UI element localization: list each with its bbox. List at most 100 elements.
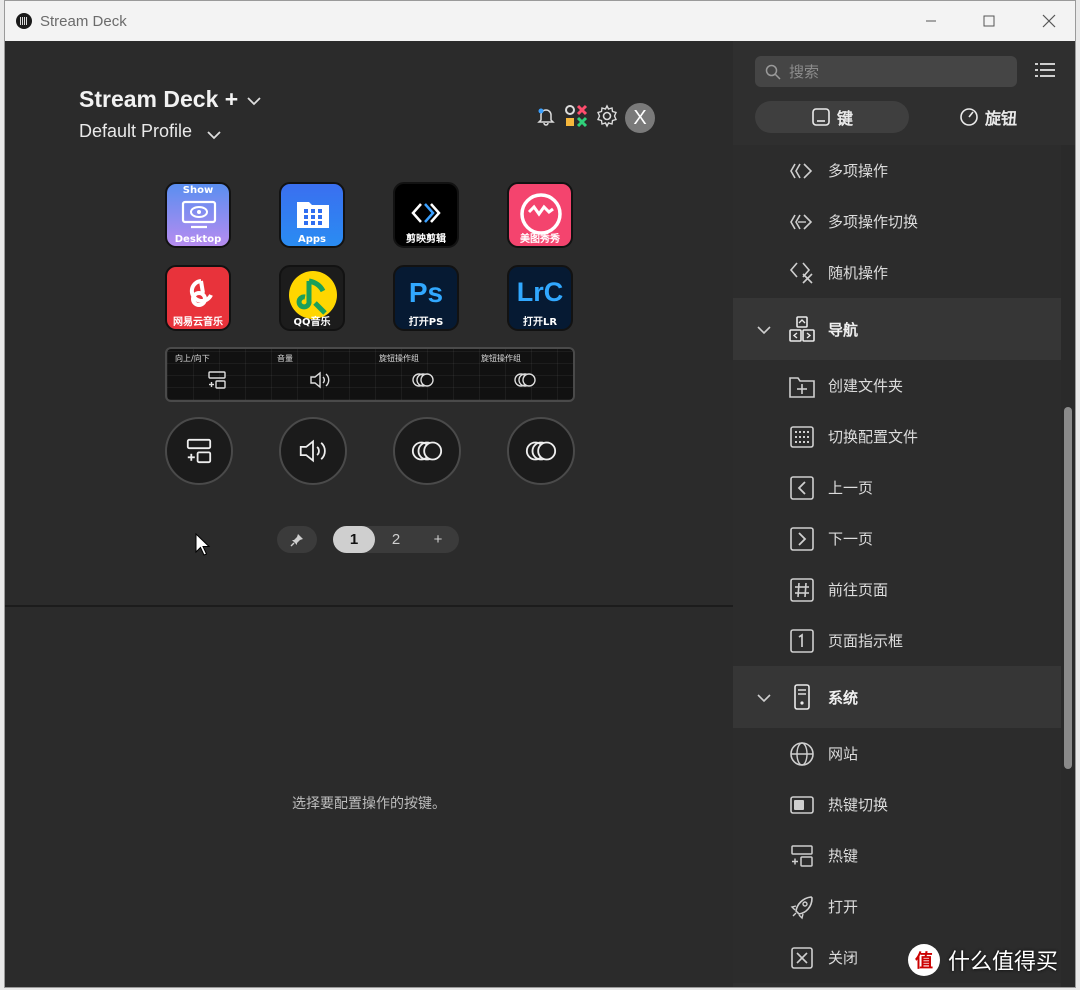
key-label: 美图秀秀	[520, 234, 560, 245]
search-input[interactable]: 搜索	[789, 61, 819, 82]
gear-icon[interactable]	[595, 104, 619, 132]
action-item[interactable]: 页面指示框	[733, 615, 1063, 666]
key-netease-music[interactable]: 网易云音乐	[165, 265, 231, 331]
action-item[interactable]: 上一页	[733, 462, 1063, 513]
page-button-2[interactable]: 2	[375, 526, 417, 553]
action-label: 热键切换	[828, 796, 889, 814]
strip-label: 音量	[277, 354, 293, 363]
dial-stack-icon	[514, 373, 536, 387]
dial-1[interactable]	[165, 417, 233, 485]
marketplace-icon[interactable]	[563, 103, 589, 133]
search-field[interactable]: 搜索	[755, 56, 1017, 87]
navigation-icon	[789, 316, 815, 342]
action-label: 创建文件夹	[828, 377, 904, 395]
action-item[interactable]: 下一页	[733, 513, 1063, 564]
dial-4[interactable]	[507, 417, 575, 485]
window-title: Stream Deck	[40, 12, 127, 30]
key-label: 打开PS	[408, 317, 444, 328]
mouse-cursor-icon	[195, 532, 211, 561]
close-button[interactable]	[1019, 1, 1075, 41]
key-label: Apps	[297, 234, 326, 245]
globe-icon	[789, 741, 815, 767]
photoshop-logo-icon: Ps	[408, 277, 444, 308]
bell-icon[interactable]	[535, 105, 557, 131]
chevron-down-icon[interactable]	[207, 125, 221, 144]
key-open-photoshop[interactable]: Ps 打开PS	[393, 265, 459, 331]
list-view-icon[interactable]	[1035, 61, 1055, 83]
dial-3[interactable]	[393, 417, 461, 485]
key-icon	[812, 108, 830, 126]
key-open-lightroom[interactable]: LrC 打开LR	[507, 265, 573, 331]
switch-profile-icon	[789, 424, 815, 450]
page-button-1[interactable]: 1	[333, 526, 375, 553]
device-name[interactable]: Stream Deck +	[79, 86, 238, 113]
netease-music-logo-icon	[189, 279, 213, 307]
actions-sidebar: 搜索 键 旋钮 多项操作多项操作切换 随机操作 导航创建文件夹切换配置文件 上一页下一…	[733, 41, 1075, 987]
create-folder-icon	[789, 373, 815, 399]
chevron-down-icon[interactable]	[247, 91, 261, 110]
tab-label: 键	[836, 109, 853, 128]
watermark-logo-icon: 值	[908, 944, 940, 976]
action-item[interactable]: 创建文件夹	[733, 360, 1063, 411]
volume-icon	[310, 371, 330, 389]
key-top-label: Show	[182, 185, 214, 196]
key-qq-music[interactable]: QQ音乐	[279, 265, 345, 331]
touch-strip: 向上/向下 音量 旋钮操作组 旋钮操作组	[165, 347, 575, 402]
rocket-icon	[789, 894, 815, 920]
hotkey-icon	[789, 843, 815, 869]
avatar[interactable]: X	[625, 103, 655, 133]
key-label: QQ音乐	[293, 317, 331, 328]
tab-dials[interactable]: 旋钮	[911, 101, 1065, 133]
minimize-button[interactable]	[901, 1, 961, 41]
dial-stack-icon	[412, 373, 434, 387]
dial-stack-icon	[525, 441, 557, 461]
action-list: 多项操作多项操作切换 随机操作 导航创建文件夹切换配置文件 上一页下一页前往页面页面指…	[733, 145, 1063, 983]
action-item[interactable]: 网站	[733, 728, 1063, 779]
action-item[interactable]: 多项操作	[733, 145, 1063, 196]
dial-2[interactable]	[279, 417, 347, 485]
previous-page-icon	[789, 475, 815, 501]
tab-keys[interactable]: 键	[755, 101, 909, 133]
profile-selector[interactable]: Default Profile	[79, 121, 192, 142]
touch-strip-segment-1[interactable]: 向上/向下	[167, 349, 269, 400]
key-label: 剪映剪辑	[406, 234, 446, 245]
monitor-icon	[181, 200, 217, 229]
tab-label: 旋钮	[984, 109, 1017, 128]
action-label: 切换配置文件	[828, 428, 919, 446]
key-capcut[interactable]: 剪映剪辑	[393, 182, 459, 248]
action-item[interactable]: 前往页面	[733, 564, 1063, 615]
key-apps[interactable]: Apps	[279, 182, 345, 248]
add-page-button[interactable]: +	[417, 526, 459, 553]
chevron-down-icon[interactable]	[757, 688, 771, 707]
key-label: Desktop	[174, 234, 222, 245]
action-label: 上一页	[828, 479, 874, 497]
action-item[interactable]: 热键切换	[733, 779, 1063, 830]
action-label: 多项操作	[828, 162, 889, 180]
action-label: 前往页面	[828, 581, 889, 599]
random-action-icon	[789, 260, 815, 286]
folder-apps-icon	[297, 202, 329, 228]
strip-label: 旋钮操作组	[481, 354, 521, 363]
action-item[interactable]: 热键	[733, 830, 1063, 881]
top-toolbar: X	[535, 103, 661, 133]
touch-strip-segment-3[interactable]: 旋钮操作组	[371, 349, 473, 400]
scrollbar[interactable]	[1061, 145, 1075, 987]
pin-page-button[interactable]	[277, 526, 317, 553]
action-item[interactable]: 打开	[733, 881, 1063, 932]
action-item[interactable]: 多项操作切换	[733, 196, 1063, 247]
maximize-button[interactable]	[959, 1, 1019, 41]
key-show-desktop[interactable]: Show Desktop	[165, 182, 231, 248]
action-item[interactable]: 随机操作	[733, 247, 1063, 298]
action-label: 系统	[828, 688, 859, 707]
hotkey-icon	[186, 438, 212, 464]
stream-deck-logo-icon	[16, 13, 32, 29]
category-header[interactable]: 系统	[733, 666, 1063, 728]
scrollbar-thumb[interactable]	[1064, 407, 1072, 769]
key-meitu[interactable]: 美图秀秀	[507, 182, 573, 248]
touch-strip-segment-4[interactable]: 旋钮操作组	[473, 349, 575, 400]
touch-strip-segment-2[interactable]: 音量	[269, 349, 371, 400]
action-item[interactable]: 切换配置文件	[733, 411, 1063, 462]
category-header[interactable]: 导航	[733, 298, 1063, 360]
action-label: 网站	[828, 745, 859, 763]
chevron-down-icon[interactable]	[757, 320, 771, 339]
